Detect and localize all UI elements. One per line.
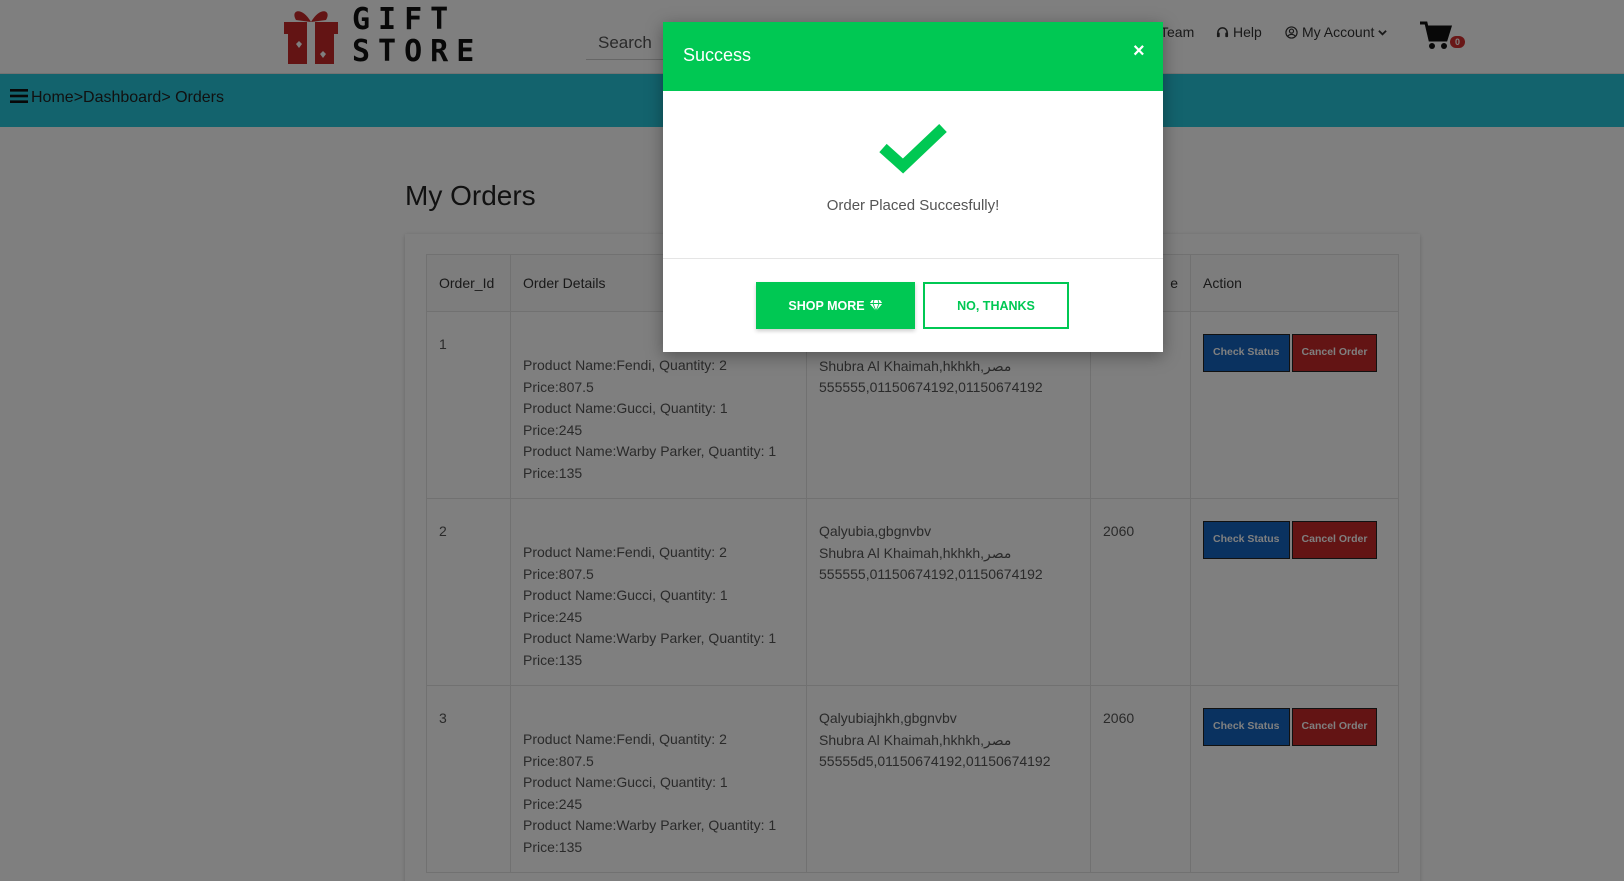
modal-message: Order Placed Succesfully! <box>826 197 1000 214</box>
success-modal: Success × Order Placed Succesfully! SHOP… <box>663 22 1163 352</box>
modal-title: Success <box>683 45 752 65</box>
no-thanks-button[interactable]: NO, THANKS <box>923 282 1069 329</box>
modal-header: Success × <box>663 22 1163 91</box>
shop-more-button[interactable]: SHOP MORE <box>756 282 915 329</box>
close-icon[interactable]: × <box>1133 40 1145 63</box>
diamond-icon <box>869 299 883 312</box>
modal-divider <box>663 258 1163 259</box>
checkmark-icon <box>879 124 947 174</box>
shop-more-label: SHOP MORE <box>788 298 865 313</box>
